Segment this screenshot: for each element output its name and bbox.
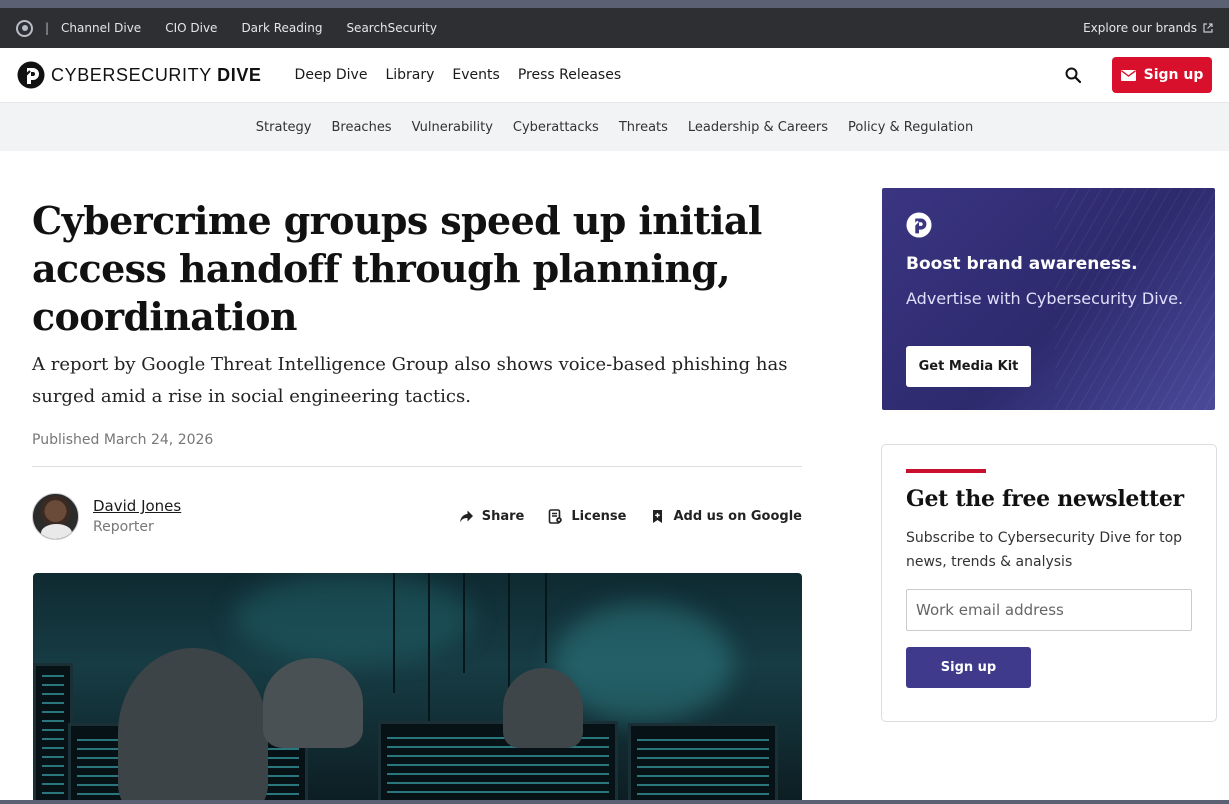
topic-strategy[interactable]: Strategy <box>256 120 312 135</box>
bookmark-plus-icon <box>653 509 663 523</box>
newsletter-description: Subscribe to Cybersecurity Dive for top … <box>906 530 1183 570</box>
ad-subtitle: Advertise with Cybersecurity Dive. <box>906 289 1184 308</box>
article-dek: A report by Google Threat Intelligence G… <box>32 354 788 407</box>
hero-image <box>33 573 802 804</box>
main-nav: Deep Dive Library Events Press Releases <box>295 67 622 83</box>
dive-logo-icon <box>906 212 932 238</box>
article-headline: Cybercrime groups speed up initial acces… <box>32 198 762 339</box>
network-bar: | Channel Dive CIO Dive Dark Reading Sea… <box>0 8 1229 48</box>
license-icon <box>549 508 563 524</box>
newsletter-accent-rule <box>906 469 986 473</box>
nav-library[interactable]: Library <box>385 67 434 83</box>
nav-deep-dive[interactable]: Deep Dive <box>295 67 368 83</box>
network-separator: | <box>45 21 50 35</box>
author-avatar[interactable] <box>32 492 79 540</box>
share-button[interactable]: Share <box>459 508 525 524</box>
topic-policy-regulation[interactable]: Policy & Regulation <box>848 120 973 135</box>
topic-cyberattacks[interactable]: Cyberattacks <box>513 120 599 135</box>
search-icon <box>1065 67 1081 83</box>
brand-name: CYBERSECURITY DIVE <box>51 65 262 86</box>
newsletter-signup: Get the free newsletter Subscribe to Cyb… <box>881 444 1217 722</box>
topic-threats[interactable]: Threats <box>619 120 668 135</box>
mail-icon <box>1120 69 1136 81</box>
network-link-dark-reading[interactable]: Dark Reading <box>241 21 322 35</box>
window-top-accent <box>0 0 1229 8</box>
explore-brands-label: Explore our brands <box>1083 21 1197 35</box>
media-kit-ad[interactable]: Boost brand awareness. Advertise with Cy… <box>882 188 1215 410</box>
license-label: License <box>571 508 627 524</box>
topic-leadership-careers[interactable]: Leadership & Careers <box>688 120 828 135</box>
article-header: Cybercrime groups speed up initial acces… <box>32 197 802 467</box>
published-date: Published March 24, 2026 <box>32 432 214 448</box>
network-link-searchsecurity[interactable]: SearchSecurity <box>346 21 437 35</box>
topic-nav: Strategy Breaches Vulnerability Cyberatt… <box>0 103 1229 151</box>
brand-name-bold: DIVE <box>217 64 262 85</box>
network-link-channel-dive[interactable]: Channel Dive <box>61 21 141 35</box>
share-icon <box>459 510 473 522</box>
ad-title: Boost brand awareness. <box>906 254 1138 274</box>
topic-breaches[interactable]: Breaches <box>331 120 391 135</box>
site-header: CYBERSECURITY DIVE Deep Dive Library Eve… <box>0 48 1229 103</box>
article-actions: Share License Add us on Google <box>459 509 802 524</box>
share-label: Share <box>481 508 525 524</box>
divider <box>32 466 802 467</box>
cybersecurity-dive-logo-icon <box>17 61 45 89</box>
topic-vulnerability[interactable]: Vulnerability <box>412 120 493 135</box>
author-info: David Jones Reporter <box>93 497 181 535</box>
window-bottom-edge <box>0 800 1229 804</box>
add-us-on-google-label: Add us on Google <box>673 508 802 524</box>
newsletter-title: Get the free newsletter <box>906 486 1184 512</box>
nav-events[interactable]: Events <box>452 67 499 83</box>
signup-button[interactable]: Sign up <box>1112 57 1212 93</box>
signup-button-label: Sign up <box>1143 67 1204 83</box>
nav-press-releases[interactable]: Press Releases <box>518 67 621 83</box>
author-role: Reporter <box>93 519 154 535</box>
add-us-on-google-button[interactable]: Add us on Google <box>650 509 802 524</box>
explore-brands-link[interactable]: Explore our brands <box>1083 21 1213 35</box>
email-field[interactable] <box>906 589 1192 631</box>
network-logo-icon[interactable] <box>16 19 33 37</box>
external-link-icon <box>1203 23 1213 33</box>
newsletter-signup-button[interactable]: Sign up <box>906 647 1031 688</box>
get-media-kit-button[interactable]: Get Media Kit <box>906 346 1031 387</box>
brand-name-light: CYBERSECURITY <box>51 64 212 85</box>
author-name-link[interactable]: David Jones <box>93 497 181 515</box>
byline: David Jones Reporter Share License Add u… <box>32 492 802 540</box>
network-link-cio-dive[interactable]: CIO Dive <box>165 21 217 35</box>
brand-logo[interactable]: CYBERSECURITY DIVE <box>17 61 262 89</box>
license-button[interactable]: License <box>548 509 626 524</box>
search-button[interactable] <box>1062 64 1084 86</box>
